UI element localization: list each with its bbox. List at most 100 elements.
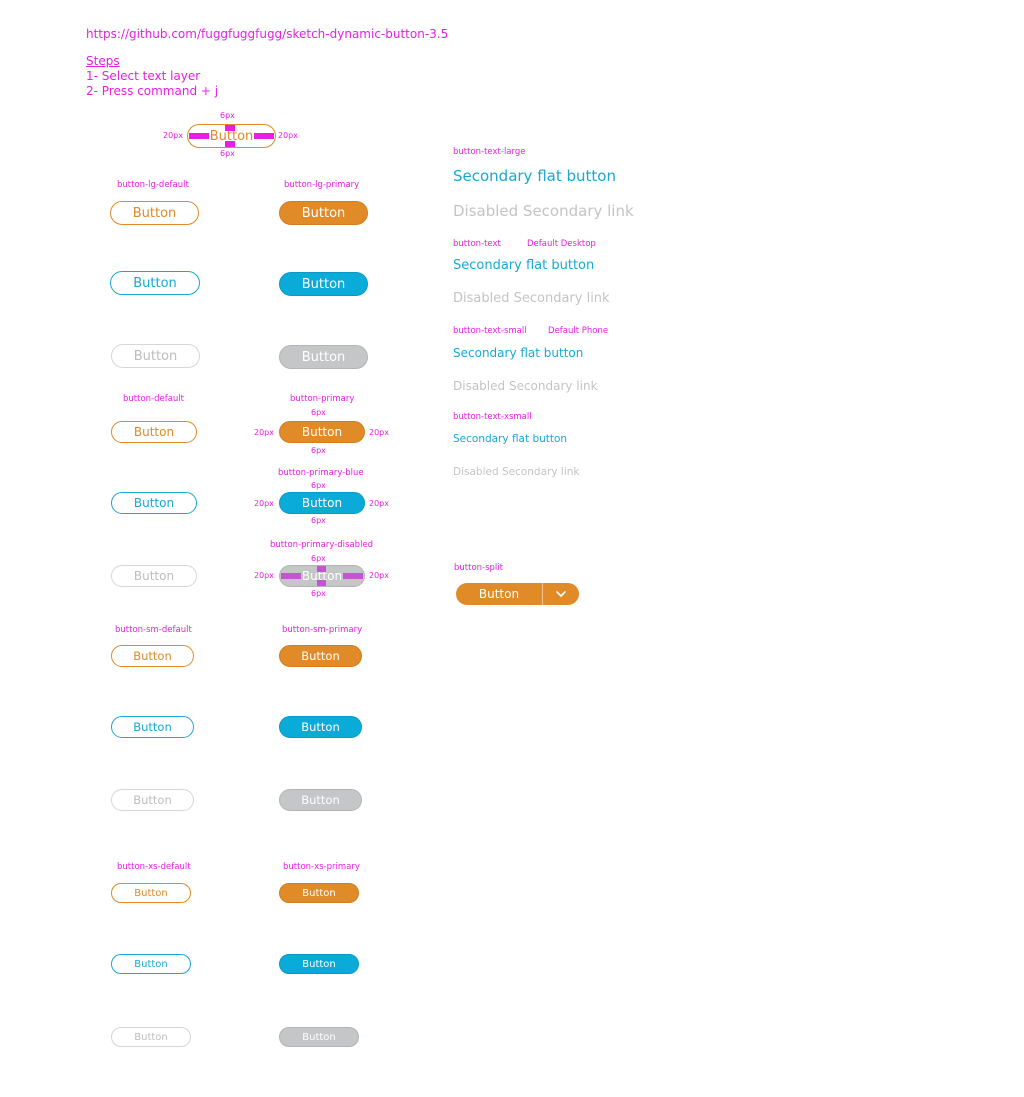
sm-default-disabled-button: Button	[111, 789, 194, 811]
label-text-small: button-text-small	[453, 326, 527, 336]
padding-marker-top	[225, 125, 235, 131]
label-lg-primary: button-lg-primary	[284, 180, 360, 190]
button-label: Button	[301, 649, 340, 663]
text-xsmall-disabled-link: Disabled Secondary link	[453, 466, 580, 478]
xs-default-blue-button[interactable]: Button	[111, 954, 191, 974]
label-text-large: button-text-large	[453, 147, 526, 157]
dim-primary-left: 20px	[254, 428, 274, 437]
lg-default-blue-button[interactable]: Button	[110, 271, 200, 295]
label-sm-default: button-sm-default	[115, 625, 192, 635]
button-label: Button	[133, 496, 175, 510]
label-default: button-default	[123, 394, 185, 404]
dim-blue-left: 20px	[254, 499, 274, 508]
button-label: Button	[301, 496, 343, 510]
button-label: Button	[302, 958, 336, 970]
button-label: Button	[302, 887, 336, 899]
xs-default-orange-button[interactable]: Button	[111, 883, 191, 903]
split-button[interactable]: Button	[456, 583, 579, 605]
padding-marker-right	[254, 133, 274, 139]
primary-blue-button[interactable]: Button	[279, 492, 365, 514]
dim-disabled-left: 20px	[254, 571, 274, 580]
padding-marker-bottom	[317, 580, 326, 586]
sm-default-blue-button[interactable]: Button	[111, 716, 194, 738]
button-label: Button	[133, 569, 175, 583]
label-split: button-split	[454, 563, 503, 573]
button-label: Button	[301, 720, 340, 734]
text-xsmall-link[interactable]: Secondary flat button	[453, 433, 567, 445]
button-label: Button	[133, 275, 177, 291]
dim-blue-right: 20px	[369, 499, 389, 508]
lg-primary-blue-button[interactable]: Button	[279, 272, 368, 296]
dim-blue-bottom: 6px	[311, 516, 326, 525]
label-primary-blue: button-primary-blue	[278, 468, 364, 478]
dim-right: 20px	[278, 131, 298, 140]
text-large-link[interactable]: Secondary flat button	[453, 167, 616, 185]
text-large-disabled-link: Disabled Secondary link	[453, 202, 634, 220]
label-xs-default: button-xs-default	[117, 862, 191, 872]
button-label: Button	[301, 793, 340, 807]
steps-title: Steps	[86, 54, 120, 68]
sm-default-orange-button[interactable]: Button	[111, 645, 194, 667]
text-link[interactable]: Secondary flat button	[453, 258, 594, 273]
dim-primary-right: 20px	[369, 428, 389, 437]
padding-marker-right	[343, 573, 363, 579]
label-text: button-text	[453, 239, 501, 249]
button-label: Button	[301, 349, 346, 365]
button-label: Button	[478, 587, 520, 601]
button-label: Button	[302, 1031, 336, 1043]
dim-top: 6px	[220, 111, 235, 120]
step-1: 1- Select text layer	[86, 69, 201, 83]
button-label: Button	[301, 276, 346, 292]
default-blue-button[interactable]: Button	[111, 492, 197, 514]
button-label: Button	[133, 793, 172, 807]
lg-default-orange-button[interactable]: Button	[110, 201, 199, 225]
button-label: Button	[133, 720, 172, 734]
text-small-link[interactable]: Secondary flat button	[453, 346, 583, 360]
xs-primary-blue-button[interactable]: Button	[279, 954, 359, 974]
button-label: Button	[134, 1031, 168, 1043]
steps-block: Steps 1- Select text layer 2- Press comm…	[86, 54, 218, 99]
lg-primary-orange-button[interactable]: Button	[279, 201, 368, 225]
button-label: Button	[301, 205, 346, 221]
padding-marker-bottom	[225, 141, 235, 147]
note-default-phone: Default Phone	[548, 326, 609, 336]
button-label: Button	[134, 958, 168, 970]
padding-marker-top	[317, 566, 326, 572]
default-disabled-button: Button	[111, 565, 197, 587]
split-button-main[interactable]: Button	[456, 583, 542, 605]
label-primary: button-primary	[290, 394, 355, 404]
primary-orange-button[interactable]: Button	[279, 421, 365, 443]
label-xs-primary: button-xs-primary	[283, 862, 360, 872]
label-text-xsmall: button-text-xsmall	[453, 412, 532, 422]
button-label: Button	[133, 649, 172, 663]
default-orange-button[interactable]: Button	[111, 421, 197, 443]
dim-disabled-top: 6px	[311, 554, 326, 563]
dim-disabled-right: 20px	[369, 571, 389, 580]
chevron-down-icon	[556, 591, 566, 597]
dim-bottom: 6px	[220, 149, 235, 158]
repo-link[interactable]: https://github.com/fuggfuggfugg/sketch-d…	[86, 27, 448, 41]
xs-primary-orange-button[interactable]: Button	[279, 883, 359, 903]
button-label: Button	[301, 425, 343, 439]
label-primary-disabled: button-primary-disabled	[270, 540, 374, 550]
button-label: Button	[132, 205, 177, 221]
note-default-desktop: Default Desktop	[527, 239, 596, 249]
xs-default-disabled-button: Button	[111, 1027, 191, 1047]
button-label: Button	[133, 348, 178, 364]
sm-primary-orange-button[interactable]: Button	[279, 645, 362, 667]
lg-primary-disabled-button: Button	[279, 345, 368, 369]
sm-primary-disabled-button: Button	[279, 789, 362, 811]
dim-primary-bottom: 6px	[311, 446, 326, 455]
dim-blue-top: 6px	[311, 481, 326, 490]
label-sm-primary: button-sm-primary	[282, 625, 363, 635]
padding-marker-left	[281, 573, 301, 579]
sm-primary-blue-button[interactable]: Button	[279, 716, 362, 738]
split-button-toggle[interactable]	[543, 583, 579, 605]
text-disabled-link: Disabled Secondary link	[453, 291, 610, 306]
padding-marker-left	[189, 133, 209, 139]
button-label: Button	[134, 887, 168, 899]
button-label: Button	[133, 425, 175, 439]
step-2: 2- Press command + j	[86, 84, 219, 98]
lg-default-disabled-button: Button	[111, 344, 200, 368]
dim-disabled-bottom: 6px	[311, 589, 326, 598]
